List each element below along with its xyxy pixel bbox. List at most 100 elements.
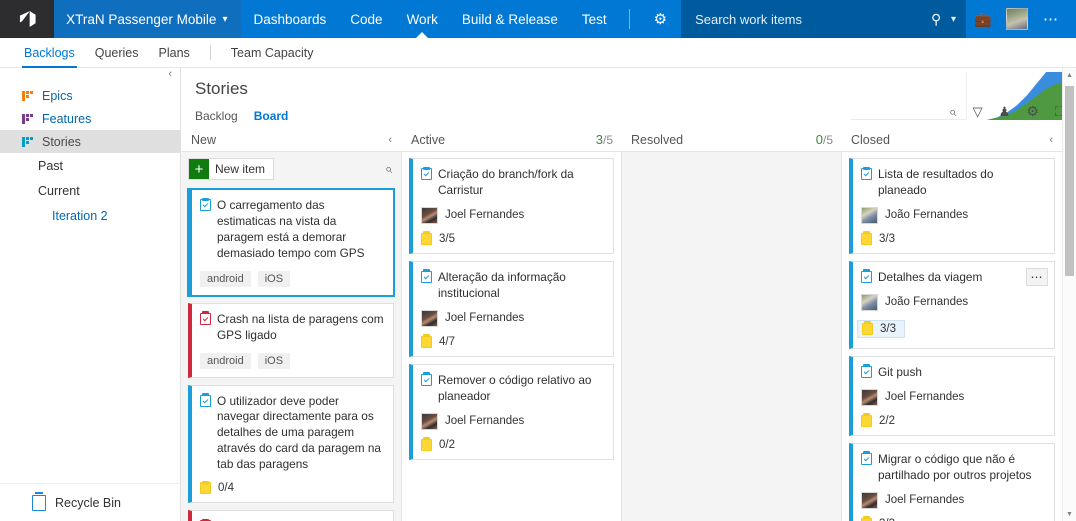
bag-icon[interactable]: 💼 [966,11,1000,28]
nav-item-build-release[interactable]: Build & Release [450,0,570,38]
sidebar-item-recycle-bin[interactable]: Recycle Bin [0,483,180,521]
plus-icon: + [189,159,209,179]
wip-current: 3 [595,132,603,147]
view-tab-backlog[interactable]: Backlog [195,109,238,123]
scroll-up-arrow[interactable]: ▲ [1063,68,1076,82]
search-work-items-box[interactable]: Search work items ⚲ ▾ [681,0,967,38]
sidebar-iteration-current[interactable]: Current [0,178,180,203]
card-tags: android iOS [200,270,384,287]
board-vertical-scrollbar[interactable]: ▲ ▼ [1062,68,1076,521]
vsts-logo[interactable] [0,0,55,38]
ellipsis-icon[interactable]: ⋯ [1034,10,1068,28]
tab-queries[interactable]: Queries [85,38,149,68]
task-icon [421,231,432,245]
scroll-down-arrow[interactable]: ▼ [1063,507,1076,521]
assignee-name: João Fernandes [885,296,969,309]
search-icon[interactable]: ⌕ [385,161,392,177]
card-assignee: João Fernandes [861,293,1045,311]
assignee-name: Joel Fernandes [445,415,525,428]
search-input[interactable]: Search work items [695,12,931,27]
board-card[interactable]: Migrar o código que não é partilhado por… [849,442,1055,521]
scrollbar-thumb[interactable] [1065,86,1074,276]
nav-item-work[interactable]: Work [395,0,450,38]
person-filter-icon[interactable]: ♟ [999,105,1011,118]
view-tabs: Backlog Board [195,109,288,123]
card-task-count[interactable]: 0/4 [200,480,384,495]
nav-item-dashboards[interactable]: Dashboards [241,0,338,38]
filter-icon[interactable]: ▽ [973,105,983,118]
board-card[interactable]: Detalhes da viagem ⋯ João Fernandes 3/3 [849,260,1055,349]
project-selector[interactable]: XTraN Passenger Mobile ▾ [54,0,242,38]
column-wip-count: 3/5 [596,132,613,147]
board-card[interactable]: Lista de resultados do planeado João Fern… [849,158,1055,254]
card-title-row: Crash na lista de paragens com GPS ligad… [200,311,384,344]
ellipsis-icon[interactable]: ⋯ [1026,267,1048,286]
tab-plans[interactable]: Plans [149,38,200,68]
chevron-left-icon[interactable]: ‹ [1049,134,1053,146]
avatar [861,491,878,509]
assignee-name: João Fernandes [885,209,969,222]
avatar[interactable] [1006,8,1029,30]
search-icon[interactable]: ⚲ [931,11,941,28]
task-count-label: 0/2 [439,438,455,451]
card-task-count[interactable]: 3/3 [857,319,905,338]
wip-limit: /5 [822,133,833,147]
top-navigation-bar: XTraN Passenger Mobile ▾ Dashboards Code W… [0,0,1076,38]
card-task-count[interactable]: 3/5 [421,231,604,245]
bug-icon [200,311,211,325]
avatar [861,388,878,406]
view-tab-board[interactable]: Board [254,109,289,123]
sidebar-iteration-past[interactable]: Past [0,153,180,178]
board-card[interactable]: Alteração da informação institucional Joe… [409,260,614,357]
board-card[interactable]: O carregamento das estimaticas na vista … [187,188,395,297]
sidebar-iteration-iteration-2[interactable]: Iteration 2 [0,203,180,228]
story-icon [200,393,211,407]
gear-icon[interactable]: ⚙ [640,0,681,38]
card-task-count[interactable]: 3/3 [861,231,1045,245]
assignee-name: Joel Fernandes [885,391,965,404]
new-item-label: New item [215,162,266,176]
card-task-count[interactable]: 2/2 [861,413,1045,427]
card-task-count[interactable]: 4/7 [421,334,604,348]
chevron-down-icon[interactable]: ▾ [951,14,956,25]
task-count-label: 3/3 [879,232,895,245]
task-icon [421,334,432,348]
card-tag[interactable]: android [200,352,251,369]
settings-gear-icon[interactable]: ⚙ [1026,104,1039,118]
story-icon [861,166,872,180]
card-title: Alteração da informação institucional [438,269,566,300]
board-card[interactable]: Criação do branch/fork da Carristur Joel … [409,158,614,254]
story-icon [861,364,872,378]
nav-items: Dashboards Code Work Build & Release Test [241,0,618,38]
sub-navigation-bar: Backlogs Queries Plans Team Capacity [0,38,1076,68]
tab-backlogs[interactable]: Backlogs [14,38,85,68]
task-icon [200,480,211,495]
sidebar-item-stories[interactable]: Stories [0,130,180,153]
search-icon[interactable]: ⌕ [949,104,956,119]
chevron-left-icon[interactable]: ‹ [168,68,172,80]
card-task-count[interactable]: 0/2 [421,437,604,451]
nav-item-code[interactable]: Code [338,0,394,38]
nav-item-test[interactable]: Test [570,0,619,38]
card-tag[interactable]: iOS [257,352,291,369]
new-item-button[interactable]: + New item [188,158,275,180]
card-tags: android iOS [200,352,384,369]
column-name: Active [411,132,446,147]
chevron-left-icon[interactable]: ‹ [388,134,392,146]
card-assignee: Joel Fernandes [421,206,604,224]
card-tag[interactable]: android [200,270,251,287]
sidebar-item-features[interactable]: Features [0,107,180,130]
story-icon [200,197,211,211]
tab-team-capacity[interactable]: Team Capacity [221,38,324,68]
sidebar-item-epics[interactable]: Epics [0,84,180,107]
avatar [861,206,878,224]
board-card[interactable]: Git push Joel Fernandes 2/2 [849,355,1055,436]
board-card[interactable]: Crash na lista de paragens com GPS ligad… [188,302,394,378]
board-card[interactable]: Remover o código relativo ao planeador Jo… [409,363,614,460]
board-card[interactable]: O utilizador deve poder navegar directam… [188,384,394,504]
sidebar-iterations: Past Current Iteration 2 [0,153,180,228]
board-toolbar: ⌕ ▽ ♟ ⚙ ⛶ [949,104,1064,119]
card-tag[interactable]: iOS [257,270,291,287]
board-card[interactable]: Remover distância à paragem quando não e… [188,510,394,521]
card-assignee: Joel Fernandes [861,388,1045,406]
